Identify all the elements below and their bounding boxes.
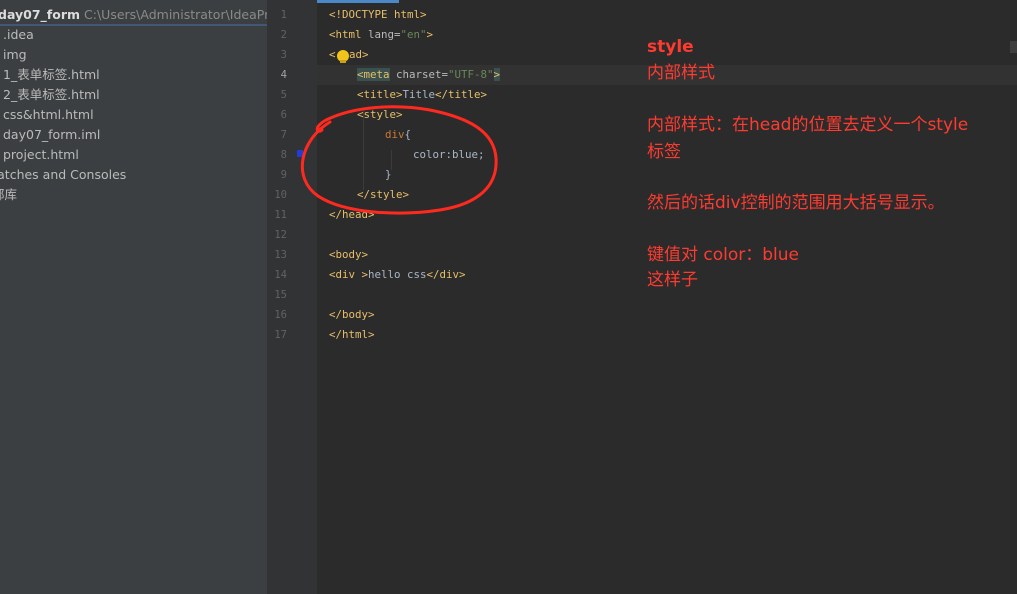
css-selector: div bbox=[385, 128, 405, 141]
project-root[interactable]: day07_formC:\Users\Administrator\IdeaPro… bbox=[0, 5, 267, 25]
line-number: 8 bbox=[280, 149, 287, 161]
annotation-braces: 然后的话div控制的范围用大括号显示。 bbox=[647, 193, 945, 213]
line-number: 10 bbox=[274, 189, 287, 201]
editor-gutter: 1 2 3 4 5 6 7 8 9 10 11 12 13 14 15 16 1… bbox=[267, 0, 328, 594]
head-close: </head> bbox=[329, 208, 375, 221]
scroll-marker[interactable] bbox=[1010, 41, 1017, 53]
charset-attr: charset= bbox=[389, 68, 449, 81]
tree-item-img[interactable]: img bbox=[3, 45, 27, 65]
annotation-tag: 标签 bbox=[647, 142, 681, 162]
annotation-definition: 内部样式：在head的位置去定义一个style bbox=[647, 115, 969, 135]
line-number: 14 bbox=[274, 269, 287, 281]
code-line-13: <body> bbox=[329, 245, 368, 265]
meta-tag-open: <meta bbox=[357, 68, 390, 81]
active-tab-indicator bbox=[317, 0, 399, 3]
line-number: 1 bbox=[280, 9, 287, 21]
line-number: 9 bbox=[280, 169, 287, 181]
title-close: </title> bbox=[435, 88, 488, 101]
code-line-7: div{ bbox=[385, 125, 411, 145]
body-close: </body> bbox=[329, 308, 375, 321]
tree-item-iml[interactable]: day07_form.iml bbox=[3, 125, 100, 145]
lang-attr: lang= bbox=[368, 28, 401, 41]
annotation-like-this: 这样子 bbox=[647, 270, 698, 290]
line-number: 7 bbox=[280, 129, 287, 141]
css-brace-open: { bbox=[404, 128, 412, 141]
selection-indicator bbox=[0, 24, 267, 26]
line-number: 13 bbox=[274, 249, 287, 261]
code-line-11: </head> bbox=[329, 205, 375, 225]
code-line-17: </html> bbox=[329, 325, 375, 345]
style-open: <style> bbox=[357, 108, 403, 121]
line-number-active: 4 bbox=[280, 69, 287, 81]
html-tag-close: > bbox=[426, 28, 434, 41]
line-number: 15 bbox=[274, 289, 287, 301]
line-number: 2 bbox=[280, 29, 287, 41]
annotation-internal-style: 内部样式 bbox=[647, 63, 715, 83]
code-line-4: <meta charset="UTF-8"> bbox=[357, 65, 501, 85]
css-brace-close: } bbox=[385, 168, 392, 181]
style-close: </style> bbox=[357, 188, 410, 201]
html-tag-open: <html bbox=[329, 28, 369, 41]
title-text: Title bbox=[402, 88, 436, 101]
div-open: <div > bbox=[329, 268, 369, 281]
tree-item-external-libraries[interactable]: 部库 bbox=[0, 185, 17, 205]
annotation-style: style bbox=[647, 37, 694, 57]
line-number: 3 bbox=[280, 49, 287, 61]
line-number: 16 bbox=[274, 309, 287, 321]
line-number: 5 bbox=[280, 89, 287, 101]
code-line-8: color:blue; bbox=[413, 145, 485, 165]
code-line-16: </body> bbox=[329, 305, 375, 325]
code-line-14: <div >hello css</div> bbox=[329, 265, 466, 285]
charset-value: "UTF-8" bbox=[448, 68, 494, 81]
code-editor[interactable]: <!DOCTYPE html> <html lang="en"> < ead> <… bbox=[317, 0, 1017, 594]
annotation-key-value: 键值对 color：blue bbox=[647, 245, 800, 265]
change-marker-icon[interactable] bbox=[297, 150, 303, 157]
tree-item-css-html[interactable]: css&html.html bbox=[3, 105, 94, 125]
project-root-name: day07_form bbox=[0, 7, 81, 22]
code-line-2: <html lang="en"> bbox=[329, 25, 433, 45]
line-number: 6 bbox=[280, 109, 287, 121]
head-lt: < bbox=[329, 48, 336, 61]
project-root-path: C:\Users\Administrator\IdeaProject bbox=[84, 7, 267, 22]
html-close: </html> bbox=[329, 328, 375, 341]
tree-item-form-tags-2[interactable]: 2_表单标签.html bbox=[3, 85, 100, 105]
meta-tag-close: > bbox=[493, 68, 501, 81]
code-line-9: } bbox=[385, 165, 392, 185]
tree-item-idea[interactable]: .idea bbox=[3, 25, 34, 45]
div-close: </div> bbox=[426, 268, 466, 281]
code-line-6: <style> bbox=[357, 105, 403, 125]
line-number: 12 bbox=[274, 229, 287, 241]
title-open: <title> bbox=[357, 88, 403, 101]
code-line-5: <title>Title</title> bbox=[357, 85, 487, 105]
lightbulb-icon[interactable] bbox=[337, 50, 349, 63]
css-property: color bbox=[413, 148, 446, 161]
lang-value: "en" bbox=[400, 28, 427, 41]
line-number: 11 bbox=[274, 209, 287, 221]
tree-item-scratches[interactable]: ratches and Consoles bbox=[0, 165, 126, 185]
project-panel: day07_formC:\Users\Administrator\IdeaPro… bbox=[0, 0, 267, 594]
div-text: hello css bbox=[368, 268, 427, 281]
code-line-1: <!DOCTYPE html> bbox=[329, 5, 427, 25]
body-open: <body> bbox=[329, 248, 369, 261]
doctype-token: <!DOCTYPE html> bbox=[329, 8, 427, 21]
tree-item-form-tags-1[interactable]: 1_表单标签.html bbox=[3, 65, 100, 85]
line-number: 17 bbox=[274, 329, 287, 341]
code-line-10: </style> bbox=[357, 185, 409, 205]
tree-item-project-html[interactable]: project.html bbox=[3, 145, 79, 165]
css-value: :blue; bbox=[445, 148, 485, 161]
